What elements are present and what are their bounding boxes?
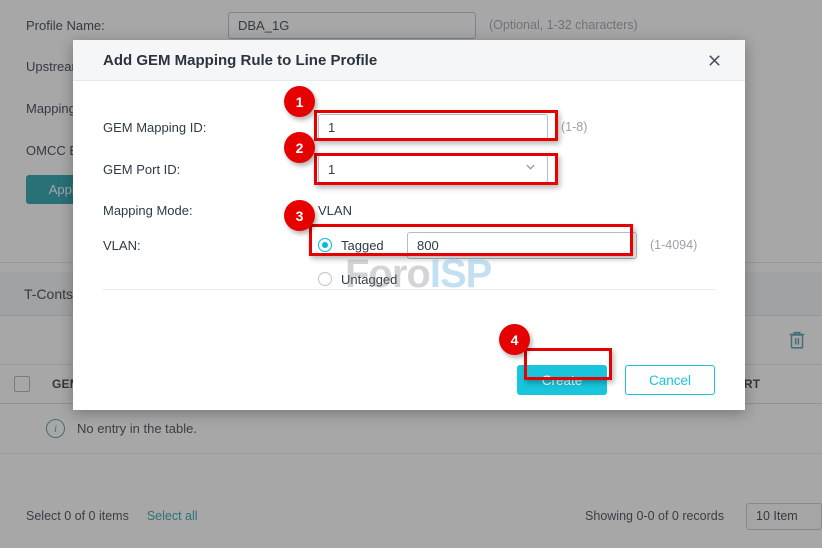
close-icon[interactable] [701, 47, 727, 73]
radio-tagged[interactable] [318, 238, 332, 252]
vlan-tagged-option[interactable]: Tagged 800 (1-4094) [318, 232, 697, 259]
mapping-mode-value: VLAN [318, 203, 352, 218]
annotation-badge-2: 2 [284, 132, 315, 163]
dialog-title: Add GEM Mapping Rule to Line Profile [103, 52, 377, 69]
gem-mapping-id-row: GEM Mapping ID: 1 (1-8) [103, 107, 715, 147]
gem-port-id-label: GEM Port ID: [103, 162, 318, 177]
create-button[interactable]: Create [517, 365, 607, 395]
vlan-label: VLAN: [103, 238, 318, 253]
radio-tagged-label: Tagged [341, 238, 407, 253]
vlan-untagged-row: Untagged [103, 261, 715, 297]
annotation-badge-4: 4 [499, 324, 530, 355]
gem-port-id-row: GEM Port ID: 1 [103, 147, 715, 191]
chevron-down-icon [524, 160, 537, 176]
gem-mapping-id-label: GEM Mapping ID: [103, 120, 318, 135]
dialog-body: GEM Mapping ID: 1 (1-8) GEM Port ID: 1 M… [73, 81, 745, 350]
vlan-tagged-row: VLAN: Tagged 800 (1-4094) [103, 229, 715, 261]
annotation-badge-1: 1 [284, 86, 315, 117]
gem-port-id-value: 1 [328, 162, 335, 177]
radio-untagged[interactable] [318, 272, 332, 286]
dialog-header: Add GEM Mapping Rule to Line Profile [73, 40, 745, 81]
dialog-footer: Create Cancel [73, 350, 745, 410]
radio-untagged-label: Untagged [341, 272, 397, 287]
mapping-mode-row: Mapping Mode: VLAN [103, 191, 715, 229]
annotation-badge-3: 3 [284, 200, 315, 231]
gem-mapping-id-hint: (1-8) [561, 120, 587, 134]
cancel-button[interactable]: Cancel [625, 365, 715, 395]
gem-port-id-select[interactable]: 1 [318, 155, 548, 183]
gem-mapping-id-input[interactable]: 1 [318, 114, 548, 141]
vlan-id-input[interactable]: 800 [407, 232, 637, 259]
vlan-hint: (1-4094) [650, 238, 697, 252]
vlan-untagged-option[interactable]: Untagged [318, 272, 397, 287]
add-gem-mapping-rule-dialog: Add GEM Mapping Rule to Line Profile GEM… [73, 40, 745, 410]
dialog-divider [103, 289, 715, 290]
